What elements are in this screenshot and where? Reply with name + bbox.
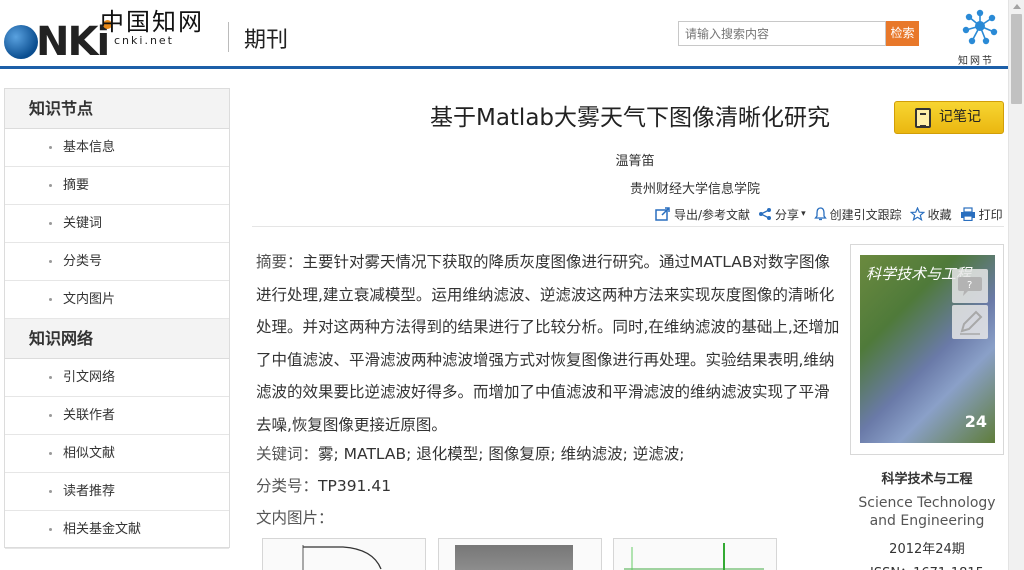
journal-issn: ISSN：1671-1815: [850, 562, 1004, 570]
print-label: 打印: [978, 207, 1003, 222]
header-divider: [0, 66, 1008, 69]
abstract-block: 摘要：主要针对雾天情况下获取的降质灰度图像进行研究。通过MATLAB对数字图像进…: [256, 246, 841, 441]
favorite-label: 收藏: [927, 207, 952, 222]
export-button[interactable]: 导出/参考文献: [655, 206, 750, 223]
figure-plot-icon: [302, 545, 382, 570]
favorite-button[interactable]: 收藏: [909, 206, 952, 223]
keywords-label: 关键词：: [256, 445, 319, 463]
article-affiliation[interactable]: 贵州财经大学信息学院: [360, 178, 1024, 197]
star-icon: [909, 207, 925, 221]
header-separator: [228, 22, 229, 52]
abstract-text: 主要针对雾天情况下获取的降质灰度图像进行研究。通过MATLAB对数字图像进行处理…: [256, 253, 840, 434]
print-button[interactable]: 打印: [960, 206, 1003, 223]
comment-icon: ?: [958, 277, 982, 296]
classification-value: TP391.41: [318, 477, 392, 495]
search-button[interactable]: 检索: [886, 21, 919, 46]
keywords-value[interactable]: 雾; MATLAB; 退化模型; 图像复原; 维纳滤波; 逆滤波;: [318, 445, 684, 463]
notebook-icon: [915, 108, 931, 128]
pencil-icon: [960, 310, 983, 335]
citation-tracking-label: 创建引文跟踪: [829, 207, 902, 222]
sidebar-item-fund-literature[interactable]: 相关基金文献: [5, 511, 229, 549]
figure-plot-icon: [624, 543, 764, 570]
svg-text:?: ?: [967, 280, 972, 291]
figure-thumbnail[interactable]: [613, 538, 777, 570]
sidebar-group-title-knowledge-nodes: 知识节点: [5, 89, 229, 129]
sidebar-item-abstract[interactable]: 摘要: [5, 167, 229, 205]
figure-image: [455, 545, 573, 570]
scroll-thumb[interactable]: [1011, 14, 1022, 104]
classification-row: 分类号：TP391.41: [256, 474, 391, 496]
sidebar-item-related-authors[interactable]: 关联作者: [5, 397, 229, 435]
sidebar-item-basic-info[interactable]: 基本信息: [5, 129, 229, 167]
printer-icon: [960, 207, 975, 221]
sidebar: 知识节点 基本信息 摘要 关键词 分类号 文内图片 知识网络 引文网络 关联作者…: [4, 88, 230, 549]
journal-cover-frame[interactable]: 科学技术与工程 24 ?: [850, 244, 1004, 455]
sidebar-item-similar-literature[interactable]: 相似文献: [5, 435, 229, 473]
share-label: 分享: [775, 207, 800, 222]
logo-cnki-text: NKi: [4, 20, 113, 62]
search-input[interactable]: [678, 21, 886, 46]
figures-row: 文内图片：: [256, 506, 334, 528]
cnki-logo[interactable]: NKi: [4, 14, 113, 62]
journal-issue[interactable]: 2012年24期: [850, 538, 1004, 557]
take-note-button[interactable]: 记笔记: [894, 101, 1004, 134]
figure-thumbnail[interactable]: [262, 538, 426, 570]
sidebar-item-classification[interactable]: 分类号: [5, 243, 229, 281]
sidebar-item-figures[interactable]: 文内图片: [5, 281, 229, 319]
share-button[interactable]: 分享 ▾: [758, 206, 806, 223]
export-icon: [655, 207, 670, 221]
share-icon: [759, 208, 772, 220]
article-toolbar: 导出/参考文献 分享 ▾ 创建引文跟踪 收藏 打印: [655, 204, 1011, 224]
journal-name-en[interactable]: Science Technology and Engineering: [850, 494, 1004, 530]
create-citation-tracking-button[interactable]: 创建引文跟踪: [813, 206, 902, 223]
scroll-up-arrow-icon[interactable]: [1013, 4, 1021, 9]
page-scrollbar[interactable]: [1008, 0, 1024, 570]
logo-url-text: cnki.net: [114, 34, 174, 47]
cover-issue-number: 24: [964, 412, 987, 431]
figure-thumbnail[interactable]: [438, 538, 602, 570]
sidebar-item-keywords[interactable]: 关键词: [5, 205, 229, 243]
take-note-label: 记笔记: [939, 109, 981, 125]
journal-name-cn[interactable]: 科学技术与工程: [850, 468, 1004, 487]
section-name[interactable]: 期刊: [244, 22, 288, 54]
sidebar-item-citation-network[interactable]: 引文网络: [5, 359, 229, 397]
figures-label: 文内图片：: [256, 509, 334, 527]
classification-label: 分类号：: [256, 477, 319, 495]
edit-float-button[interactable]: [952, 305, 988, 339]
comment-float-button[interactable]: ?: [952, 269, 988, 303]
keywords-row: 关键词：雾; MATLAB; 退化模型; 图像复原; 维纳滤波; 逆滤波;: [256, 442, 684, 464]
header: NKi 中国知网 cnki.net 期刊 检索 知网节: [0, 0, 1008, 68]
article-author[interactable]: 温箐笛: [360, 150, 910, 169]
abstract-label: 摘要：: [256, 253, 303, 271]
globe-icon: [4, 25, 38, 59]
bell-icon: [813, 207, 827, 221]
sidebar-group-title-knowledge-network: 知识网络: [5, 319, 229, 359]
sidebar-item-reader-recommend[interactable]: 读者推荐: [5, 473, 229, 511]
chevron-down-icon: ▾: [801, 209, 806, 219]
article-title: 基于Matlab大雾天气下图像清晰化研究: [429, 105, 831, 131]
logo-cn-text: 中国知网: [100, 8, 204, 36]
zhiwang-label: 知网节: [958, 56, 994, 67]
toolbar-divider: [252, 226, 1004, 227]
export-label: 导出/参考文献: [674, 207, 751, 222]
